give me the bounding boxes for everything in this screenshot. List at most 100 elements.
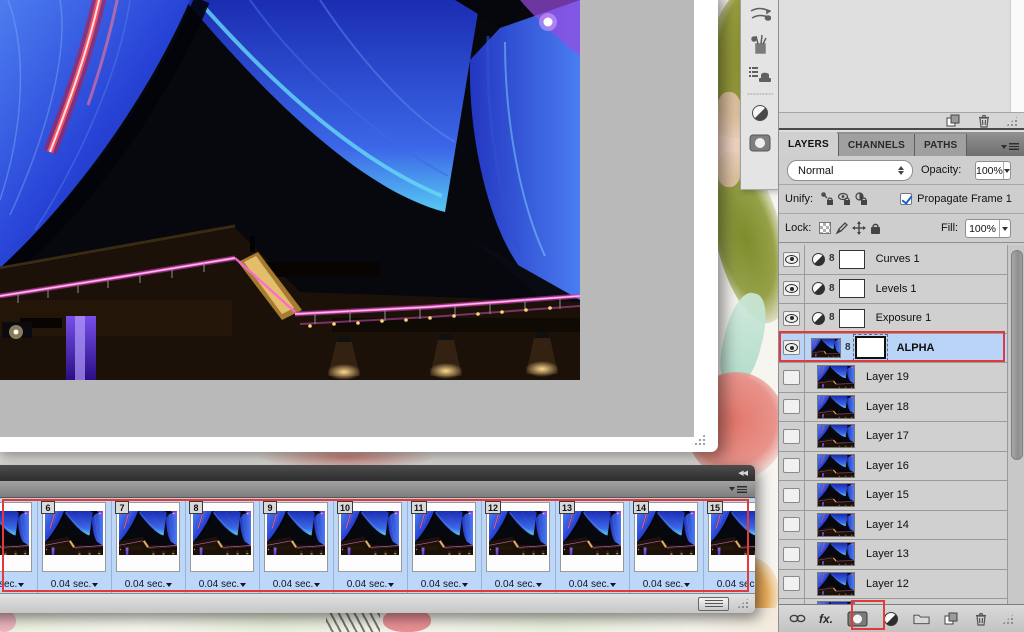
unify-visibility-icon[interactable] (836, 191, 853, 208)
layer-row[interactable]: 8 Exposure 1 (779, 304, 1007, 334)
layer-thumbnail[interactable] (817, 512, 855, 537)
layer-styles-icon[interactable]: fx. (819, 612, 833, 626)
visibility-cell[interactable] (779, 481, 805, 510)
panel-menu-icon[interactable] (729, 485, 747, 493)
animation-frame[interactable]: 6 0.04 sec. (38, 499, 112, 593)
clone-source-icon[interactable] (741, 60, 779, 90)
visibility-cell[interactable] (779, 569, 805, 598)
layer-mask-thumbnail[interactable] (838, 249, 865, 269)
tab-layers[interactable]: LAYERS (779, 132, 839, 156)
layer-thumbnail[interactable] (817, 571, 855, 596)
brush-presets-icon[interactable] (741, 0, 779, 30)
visibility-cell[interactable] (779, 540, 805, 569)
frame-delay-select[interactable]: 0.04 sec. (334, 579, 407, 590)
lock-transparency-icon[interactable] (816, 220, 833, 237)
frame-delay-select[interactable]: 0.04 sec. (630, 579, 703, 590)
adjustment-layer-icon[interactable] (812, 252, 825, 266)
frame-delay-select[interactable]: 0.04 sec. (408, 579, 481, 590)
visibility-toggle-off[interactable] (783, 458, 800, 474)
layer-row[interactable]: Layer 12 (779, 569, 1007, 599)
animation-frame[interactable]: 15 0.04 sec. (704, 499, 755, 593)
masks-icon[interactable] (741, 128, 779, 158)
visibility-toggle-off[interactable] (783, 369, 800, 385)
layer-row[interactable]: Layer 15 (779, 481, 1007, 511)
frame-delay-select[interactable]: 0.04 sec. (0, 579, 37, 590)
convert-to-timeline-button[interactable] (698, 597, 729, 611)
new-group-icon[interactable] (913, 610, 930, 627)
adjustment-layer-icon[interactable] (812, 282, 825, 296)
layers-scrollbar[interactable] (1007, 245, 1024, 604)
layer-row[interactable]: Layer 14 (779, 510, 1007, 540)
layer-mask-thumbnail[interactable] (838, 279, 865, 299)
animation-frame[interactable]: 50.04 sec. (0, 499, 38, 593)
animation-frame[interactable]: 10 0.04 sec. (334, 499, 408, 593)
frame-delay-select[interactable]: 0.04 sec. (556, 579, 629, 590)
trash-icon[interactable] (975, 112, 992, 129)
layer-thumbnail[interactable] (817, 453, 855, 478)
visibility-toggle-off[interactable] (783, 487, 800, 503)
delete-layer-icon[interactable] (972, 610, 989, 627)
panel-resize-grip[interactable] (1002, 613, 1015, 624)
collapse-panel-icon[interactable]: ◀◀ (738, 470, 748, 477)
visibility-cell[interactable] (779, 422, 805, 451)
layer-thumbnail[interactable] (817, 483, 855, 508)
visibility-toggle-off[interactable] (783, 546, 800, 562)
visibility-toggle[interactable] (783, 251, 800, 267)
tab-paths[interactable]: PATHS (915, 134, 968, 156)
dropdown-caret-icon[interactable] (1002, 162, 1010, 179)
opacity-field[interactable]: 100% (975, 161, 1011, 180)
adjustment-layer-icon[interactable] (812, 311, 825, 325)
layer-mask-thumbnail[interactable] (852, 334, 888, 362)
link-layers-icon[interactable] (789, 610, 806, 627)
new-adjustment-layer-icon[interactable] (883, 610, 900, 627)
animation-frame[interactable]: 12 0.04 sec. (482, 499, 556, 593)
visibility-cell[interactable] (779, 304, 805, 333)
visibility-toggle[interactable] (783, 281, 800, 297)
add-layer-mask-icon[interactable] (846, 610, 870, 627)
layer-thumbnail[interactable] (817, 542, 855, 567)
frame-delay-select[interactable]: 0.04 sec. (260, 579, 333, 590)
propagate-checkbox[interactable] (900, 193, 913, 205)
lock-all-icon[interactable] (867, 220, 884, 237)
tool-presets-icon[interactable] (741, 30, 779, 60)
layer-row[interactable]: Layer 18 (779, 392, 1007, 422)
panel-menu-icon[interactable] (1001, 143, 1019, 150)
canvas-image[interactable] (0, 0, 580, 380)
visibility-cell[interactable] (779, 451, 805, 480)
visibility-toggle[interactable] (783, 340, 800, 356)
new-item-icon[interactable] (944, 112, 961, 129)
layer-row[interactable]: 8 Levels 1 (779, 274, 1007, 304)
panel-resize-grip[interactable] (1006, 115, 1019, 126)
layer-thumbnail[interactable] (817, 424, 855, 449)
animation-frame[interactable]: 14 0.04 sec. (630, 499, 704, 593)
upper-panel-scrollbar[interactable] (1010, 0, 1024, 112)
visibility-cell[interactable] (779, 392, 805, 421)
adjustments-icon[interactable] (741, 98, 779, 128)
layer-thumbnail[interactable] (811, 337, 841, 358)
unify-position-icon[interactable] (819, 191, 836, 208)
animation-frame[interactable]: 13 0.04 sec. (556, 499, 630, 593)
new-layer-icon[interactable] (943, 610, 960, 627)
visibility-cell[interactable] (779, 245, 805, 274)
visibility-cell[interactable] (779, 510, 805, 539)
visibility-toggle[interactable] (783, 310, 800, 326)
dropdown-caret-icon[interactable] (999, 220, 1010, 237)
layer-row[interactable]: Layer 13 (779, 540, 1007, 570)
fill-field[interactable]: 100% (965, 219, 1011, 238)
layer-row[interactable]: 8 ALPHA (779, 333, 1007, 363)
visibility-toggle-off[interactable] (783, 517, 800, 533)
layer-row[interactable]: Layer 19 (779, 363, 1007, 393)
animation-frame[interactable]: 11 0.04 sec. (408, 499, 482, 593)
visibility-toggle-off[interactable] (783, 399, 800, 415)
frame-delay-select[interactable]: 0.04 sec. (112, 579, 185, 590)
visibility-cell[interactable] (779, 333, 805, 362)
layer-thumbnail[interactable] (817, 365, 855, 390)
frame-delay-select[interactable]: 0.04 sec. (482, 579, 555, 590)
visibility-toggle-off[interactable] (783, 428, 800, 444)
lock-pixels-icon[interactable] (833, 220, 850, 237)
animation-frame[interactable]: 8 0.04 sec. (186, 499, 260, 593)
layer-mask-thumbnail[interactable] (838, 308, 865, 328)
layers-scrollbar-thumb[interactable] (1011, 250, 1023, 460)
layer-row[interactable]: 8 Curves 1 (779, 245, 1007, 275)
frame-delay-select[interactable]: 0.04 sec. (186, 579, 259, 590)
